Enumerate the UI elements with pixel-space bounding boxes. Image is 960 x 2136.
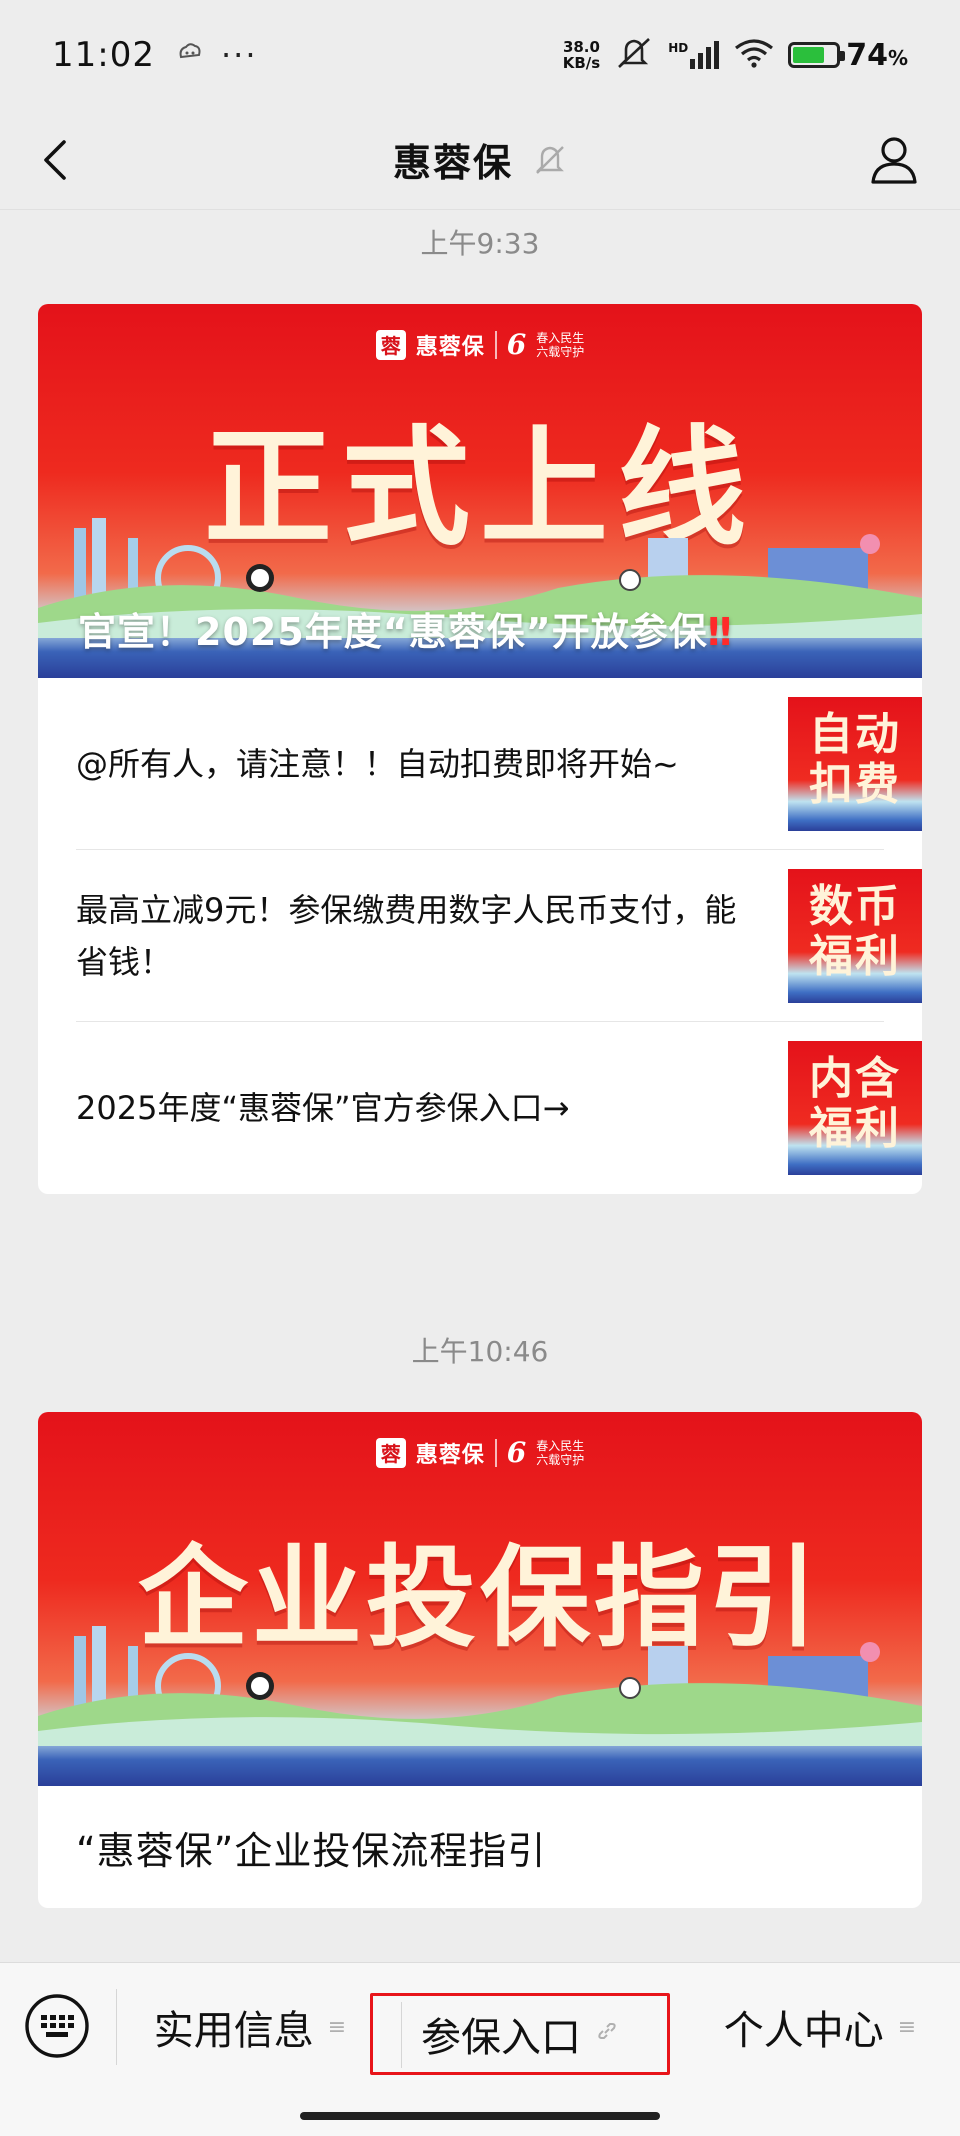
status-time: 11:02 [52,35,155,75]
top-nav-bar: 惠蓉保 [0,110,960,210]
divider [401,2002,402,2068]
list-item[interactable]: 最高立减9元！参保缴费用数字人民币支付，能省钱！ 数币福利 [76,850,922,1022]
bottom-menu: 实用信息 ≡ 参保入口 个人中心 ≡ [0,1962,960,2136]
keyboard-icon [25,1994,89,2058]
article-thumbnail: 自动扣费 [788,696,922,831]
article-title: 最高立减9元！参保缴费用数字人民币支付，能省钱！ [76,890,737,981]
link-icon [595,2019,619,2049]
status-bar: 11:02 ··· 38.0 KB/s HD 74% [0,0,960,110]
page-title: 惠蓉保 [392,141,513,185]
article-card: 蓉 惠蓉保 6 春入民生 六载守护 企业投保指引 “惠蓉保”企业投保流程指引 [38,1412,922,1908]
status-indicators: 38.0 KB/s HD 74% [563,36,908,74]
profile-button[interactable] [868,134,920,186]
list-item[interactable]: “惠蓉保”企业投保流程指引 [38,1786,922,1908]
person-icon [871,137,917,184]
banner-caption: 官宣！2025年度“惠蓉保”开放参保‼ [78,610,733,654]
divider [116,1989,117,2065]
battery-icon [788,42,846,68]
article-thumbnail: 内含福利 [788,1041,922,1175]
article-card: 蓉 惠蓉保 6 春入民生 六载守护 正式上线 官宣！2025年度“惠蓉保”开放参保… [38,304,922,1194]
article-title: “惠蓉保”企业投保流程指引 [76,1828,547,1873]
bell-off-icon [533,143,567,177]
article-title: 2025年度“惠蓉保”官方参保入口→ [76,1089,570,1127]
message-timestamp: 上午9:33 [420,227,540,260]
brand-logo: 蓉 惠蓉保 6 春入民生 六载守护 [38,1436,922,1469]
article-banner[interactable]: 蓉 惠蓉保 6 春入民生 六载守护 正式上线 官宣！2025年度“惠蓉保”开放参保… [38,304,922,678]
list-item[interactable]: @所有人，请注意！！自动扣费即将开始~ 自动扣费 [76,678,922,850]
article-thumbnail: 数币福利 [788,868,922,1003]
menu-list-icon: ≡ [897,2014,917,2040]
menu-item-useful-info[interactable]: 实用信息 ≡ [130,1989,370,2065]
back-button[interactable] [36,138,80,182]
network-speed: 38.0 KB/s [562,38,601,72]
wifi-icon [734,38,774,72]
menu-item-personal-center[interactable]: 个人中心 ≡ [690,1989,950,2065]
list-item[interactable]: 2025年度“惠蓉保”官方参保入口→ 内含福利 [76,1022,922,1194]
article-list: @所有人，请注意！！自动扣费即将开始~ 自动扣费 最高立减9元！参保缴费用数字人… [38,678,922,1194]
message-timestamp: 上午10:46 [411,1335,549,1368]
city-landscape-illustration [38,1626,922,1746]
chevron-left-icon [44,140,66,180]
home-indicator[interactable] [300,2112,660,2120]
battery-indicator: 74% [788,38,908,73]
cellular-signal-icon: HD [668,41,720,69]
mute-icon [614,36,654,74]
menu-item-enrollment-entry[interactable]: 参保入口 [370,1993,670,2075]
more-notifications-icon: ··· [220,36,258,74]
article-title: @所有人，请注意！！自动扣费即将开始~ [76,744,679,783]
article-banner[interactable]: 蓉 惠蓉保 6 春入民生 六载守护 企业投保指引 [38,1412,922,1786]
keyboard-toggle-button[interactable] [24,1993,90,2059]
menu-list-icon: ≡ [327,2014,347,2040]
app-notification-icon [177,40,203,70]
brand-logo: 蓉 惠蓉保 6 春入民生 六载守护 [38,328,922,361]
